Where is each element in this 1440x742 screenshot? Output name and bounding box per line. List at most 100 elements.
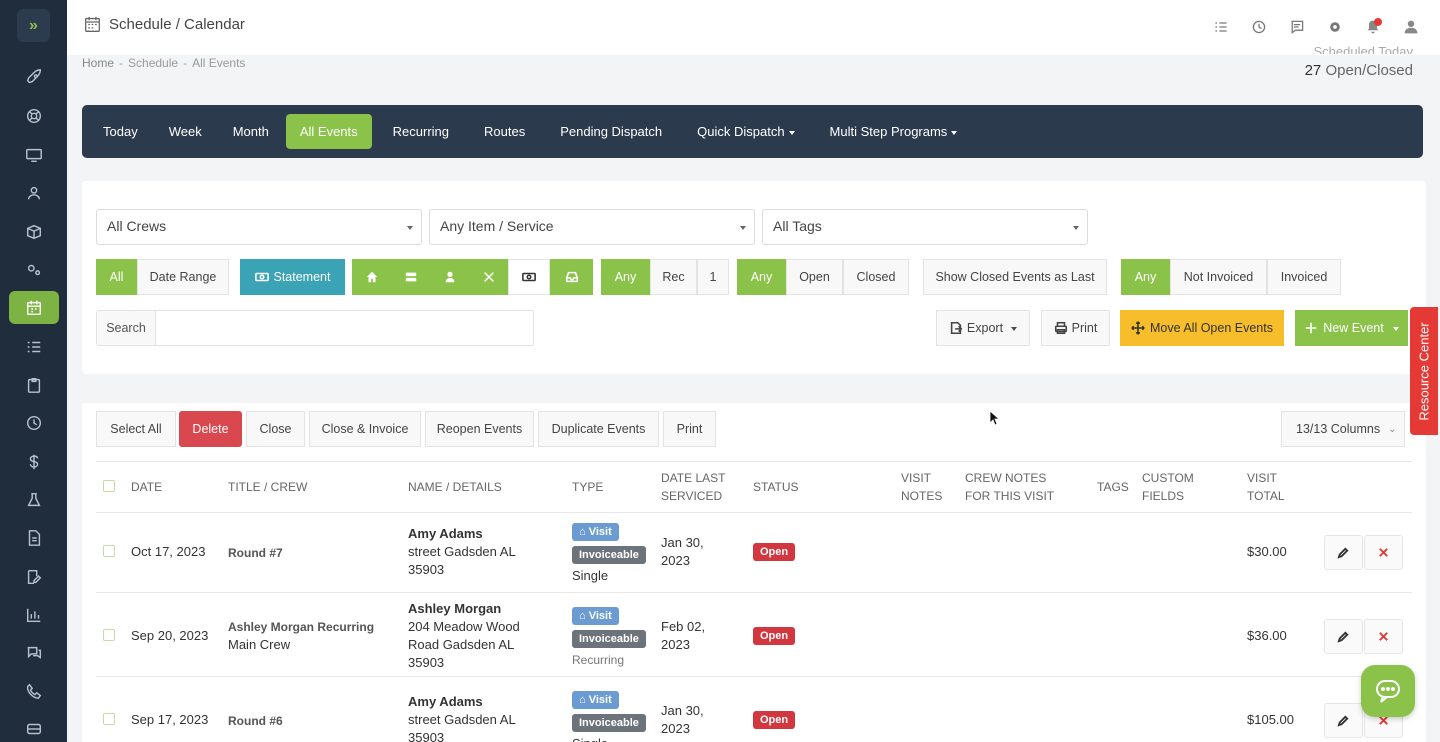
chat-widget-button[interactable] (1361, 665, 1415, 717)
date-range-button[interactable]: Date Range (137, 259, 229, 295)
storage-icon[interactable] (9, 712, 59, 742)
delete-row-button[interactable] (1364, 535, 1403, 570)
close-invoice-button[interactable]: Close & Invoice (309, 411, 421, 447)
breadcrumb-home[interactable]: Home (82, 56, 114, 70)
cash-filter-button[interactable] (508, 259, 550, 295)
col-date[interactable]: DATE (131, 478, 162, 496)
tab-recurring[interactable]: Recurring (379, 114, 463, 149)
col-custom-fields[interactable]: CUSTOM FIELDS (1142, 469, 1194, 505)
edit-button[interactable] (1324, 703, 1363, 738)
row-checkbox[interactable] (103, 545, 115, 557)
expand-sidebar-icon[interactable]: » (17, 9, 50, 42)
recurrence-single-button[interactable]: 1 (697, 259, 729, 295)
row-customer-name[interactable]: Amy Adams (408, 693, 483, 711)
edit-button[interactable] (1324, 619, 1363, 654)
edit-button[interactable] (1324, 535, 1363, 570)
document-icon[interactable] (9, 521, 59, 554)
status-any-button[interactable]: Any (737, 259, 786, 295)
tasks-icon[interactable] (1212, 18, 1230, 36)
checklist-icon[interactable] (9, 330, 59, 363)
row-title[interactable]: Ashley Morgan Recurring (228, 618, 374, 636)
tools-filter-button[interactable] (469, 259, 508, 295)
recurrence-any-button[interactable]: Any (601, 259, 650, 295)
tab-pending-dispatch[interactable]: Pending Dispatch (546, 114, 676, 149)
col-crew-notes[interactable]: CREW NOTES FOR THIS VISIT (965, 469, 1054, 505)
invoice-any-button[interactable]: Any (1121, 259, 1170, 295)
invoiced-button[interactable]: Invoiced (1267, 259, 1341, 295)
status-open-button[interactable]: Open (786, 259, 843, 295)
new-event-button[interactable]: New Event (1295, 310, 1408, 346)
gear-icon[interactable] (1326, 18, 1344, 36)
tags-select[interactable]: All Tags (762, 209, 1088, 245)
user-icon[interactable] (1402, 18, 1420, 36)
select-all-checkbox[interactable] (103, 480, 115, 492)
bulk-print-button[interactable]: Print (663, 411, 716, 447)
list-filter-button[interactable] (391, 259, 430, 295)
message-icon[interactable] (1288, 18, 1306, 36)
resource-center-tab[interactable]: Resource Center (1410, 307, 1438, 435)
delete-button[interactable]: Delete (179, 411, 242, 447)
dollar-icon[interactable] (9, 445, 59, 478)
row-customer-name[interactable]: Ashley Morgan (408, 600, 501, 618)
recurrence-rec-button[interactable]: Rec (650, 259, 697, 295)
flask-icon[interactable] (9, 483, 59, 516)
users-icon[interactable] (9, 176, 59, 209)
col-type[interactable]: TYPE (572, 478, 603, 496)
tab-multi-step-programs[interactable]: Multi Step Programs (816, 114, 972, 149)
show-closed-last-button[interactable]: Show Closed Events as Last (923, 259, 1107, 295)
export-button[interactable]: Export (936, 310, 1030, 346)
row-title[interactable]: Round #6 (228, 712, 283, 730)
tab-quick-dispatch[interactable]: Quick Dispatch (683, 114, 808, 149)
box-icon[interactable] (9, 215, 59, 248)
support-icon[interactable] (9, 99, 59, 132)
search-input[interactable] (156, 310, 534, 346)
col-name-details[interactable]: NAME / DETAILS (408, 478, 502, 496)
inbox-filter-button[interactable] (550, 259, 593, 295)
close-button[interactable]: Close (246, 411, 305, 447)
breadcrumb-schedule[interactable]: Schedule (128, 56, 178, 70)
print-button[interactable]: Print (1041, 310, 1110, 346)
select-all-button[interactable]: Select All (96, 411, 176, 447)
edit-document-icon[interactable] (9, 560, 59, 593)
calendar-icon[interactable] (9, 291, 59, 324)
clock-icon[interactable] (9, 406, 59, 439)
clock-icon[interactable] (1250, 18, 1268, 36)
row-checkbox[interactable] (103, 629, 115, 641)
col-visit-notes[interactable]: VISIT NOTES (901, 469, 942, 505)
status-closed-button[interactable]: Closed (843, 259, 909, 295)
move-all-open-events-button[interactable]: Move All Open Events (1120, 310, 1284, 346)
date-all-button[interactable]: All (96, 259, 137, 295)
tab-all-events[interactable]: All Events (285, 114, 372, 149)
export-icon (950, 321, 963, 335)
bell-icon[interactable] (1364, 18, 1382, 36)
tab-week[interactable]: Week (155, 114, 216, 149)
duplicate-events-button[interactable]: Duplicate Events (538, 411, 659, 447)
col-date-last-serviced[interactable]: DATE LAST SERVICED (661, 469, 725, 505)
col-tags[interactable]: TAGS (1097, 478, 1129, 496)
chart-icon[interactable] (9, 598, 59, 631)
monitor-icon[interactable] (9, 138, 59, 171)
home-filter-button[interactable] (352, 259, 391, 295)
phone-icon[interactable] (9, 674, 59, 707)
row-title[interactable]: Round #7 (228, 544, 283, 562)
col-visit-total[interactable]: VISIT TOTAL (1247, 469, 1285, 505)
col-title-crew[interactable]: TITLE / CREW (228, 478, 307, 496)
columns-dropdown[interactable]: 13/13 Columns ⌄ (1281, 411, 1405, 447)
settings-icon[interactable] (9, 253, 59, 286)
reopen-events-button[interactable]: Reopen Events (425, 411, 534, 447)
clipboard-icon[interactable] (9, 368, 59, 401)
row-checkbox[interactable] (103, 713, 115, 725)
tab-routes[interactable]: Routes (470, 114, 539, 149)
person-filter-button[interactable] (430, 259, 469, 295)
tab-month[interactable]: Month (219, 114, 283, 149)
row-customer-name[interactable]: Amy Adams (408, 525, 483, 543)
not-invoiced-button[interactable]: Not Invoiced (1170, 259, 1267, 295)
chat-icon[interactable] (9, 636, 59, 669)
tab-today[interactable]: Today (89, 114, 152, 149)
statement-button[interactable]: Statement (240, 259, 345, 295)
item-service-select[interactable]: Any Item / Service (429, 209, 755, 245)
delete-row-button[interactable] (1364, 619, 1403, 654)
rocket-icon[interactable] (9, 61, 59, 94)
crews-select[interactable]: All Crews (96, 209, 422, 245)
col-status[interactable]: STATUS (753, 478, 799, 496)
